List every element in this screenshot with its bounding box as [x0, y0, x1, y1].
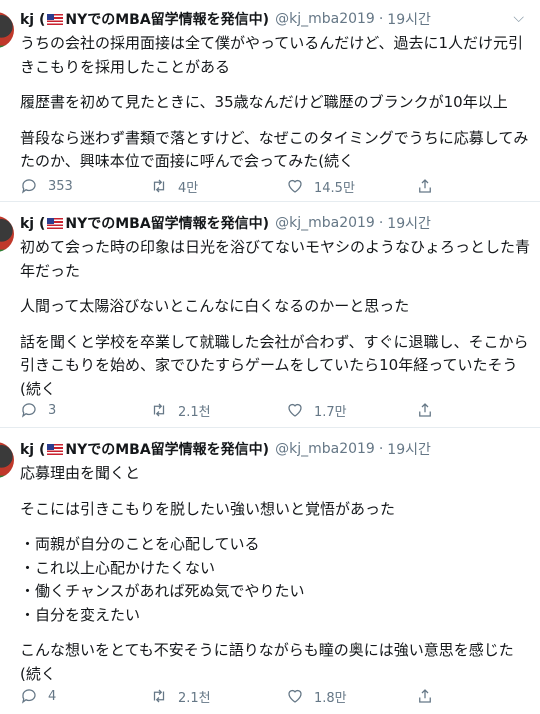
retweet-button[interactable]: 2.1천 [150, 686, 211, 706]
display-name[interactable]: kj (NYでのMBA留学情報を発信中) [20, 439, 269, 459]
tweet-text: 初めて会った時の印象は日光を浴びてないモヤシのようなひょろっとした青年だった 人… [20, 236, 530, 401]
tweet-paragraph: 履歴書を初めて見たときに、35歳なんだけど職歴のブランクが10年以上 [20, 93, 508, 111]
reply-icon [21, 403, 36, 418]
like-button[interactable]: 14.5만 [286, 176, 355, 196]
separator-dot: · [378, 11, 384, 27]
retweet-icon [153, 179, 165, 193]
reply-count: 3 [48, 402, 57, 418]
heart-icon [288, 403, 302, 417]
display-name[interactable]: kj (NYでのMBA留学情報を発信中) [20, 213, 269, 233]
retweet-button[interactable]: 2.1천 [150, 400, 211, 420]
reply-button[interactable]: 4 [20, 686, 56, 706]
reply-button[interactable]: 3 [20, 400, 56, 420]
reply-icon [21, 689, 36, 704]
like-button[interactable]: 1.8만 [286, 686, 347, 706]
retweet-count: 2.1천 [178, 690, 211, 706]
tweet-paragraph: 話を聞くと学校を卒業して就職した会社が合わず、すぐに退職し、そこから引きこもりを… [20, 332, 529, 398]
tweet-paragraph: こんな想いをとても不安そうに語りながらも瞳の奥には強い意思を感じた(続く [20, 641, 514, 683]
like-count: 1.7만 [314, 404, 347, 420]
user-handle[interactable]: @kj_mba2019 [275, 215, 375, 231]
tweet-2[interactable]: kj (NYでのMBA留学情報を発信中) @kj_mba2019 · 19시간 … [0, 212, 540, 428]
separator-dot: · [378, 215, 384, 231]
share-button[interactable] [416, 176, 444, 196]
like-count: 14.5만 [314, 180, 355, 196]
us-flag-icon [47, 444, 64, 455]
tweet-1[interactable]: kj (NYでのMBA留学情報を発信中) @kj_mba2019 · 19시간 … [0, 8, 540, 202]
retweet-icon [153, 403, 165, 417]
timestamp[interactable]: 19시간 [387, 9, 431, 29]
heart-icon [288, 689, 302, 703]
us-flag-icon [47, 14, 64, 25]
display-name[interactable]: kj (NYでのMBA留学情報を発信中) [20, 9, 269, 29]
like-count: 1.8만 [314, 690, 347, 706]
user-handle[interactable]: @kj_mba2019 [275, 11, 375, 27]
reply-count: 353 [48, 178, 73, 194]
share-button[interactable] [416, 686, 444, 706]
share-icon [419, 403, 431, 417]
reply-button[interactable]: 353 [20, 176, 73, 196]
like-button[interactable]: 1.7만 [286, 400, 347, 420]
tweet-paragraph: うちの会社の採用面接は全て僕がやっているんだけど、過去に1人だけ元引きこもりを採… [20, 34, 524, 76]
chevron-down-icon[interactable]: ⌵ [513, 10, 524, 26]
user-handle[interactable]: @kj_mba2019 [275, 441, 375, 457]
heart-icon [288, 179, 302, 193]
avatar[interactable] [0, 442, 14, 478]
tweet-header: kj (NYでのMBA留学情報を発信中) @kj_mba2019 · 19시간 [20, 438, 431, 460]
tweet-header: kj (NYでのMBA留学情報を発信中) @kj_mba2019 · 19시간 [20, 8, 431, 30]
retweet-count: 4만 [178, 180, 199, 196]
us-flag-icon [47, 218, 64, 229]
tweet-paragraph: 人間って太陽浴びないとこんなに白くなるのかーと思った [20, 297, 410, 315]
retweet-icon [153, 689, 165, 703]
tweet-text: うちの会社の採用面接は全て僕がやっているんだけど、過去に1人だけ元引きこもりを採… [20, 32, 530, 174]
tweet-3[interactable]: kj (NYでのMBA留学情報を発信中) @kj_mba2019 · 19시간 … [0, 438, 540, 714]
tweet-paragraph: 普段なら迷わず書類で落とすけど、なぜこのタイミングでうちに応募してみたのか、興味… [20, 128, 529, 171]
share-icon [419, 179, 431, 193]
avatar[interactable] [0, 12, 14, 48]
tweet-paragraph: そこには引きこもりを脱したい強い想いと覚悟があった [20, 499, 396, 518]
timestamp[interactable]: 19시간 [387, 439, 431, 459]
retweet-count: 2.1천 [178, 404, 211, 420]
tweet-paragraph: 初めて会った時の印象は日光を浴びてないモヤシのようなひょろっとした青年だった [20, 238, 531, 280]
tweet-paragraph: 応募理由を聞くと [20, 464, 141, 482]
avatar[interactable] [0, 216, 14, 252]
reply-icon [21, 179, 36, 194]
timestamp[interactable]: 19시간 [387, 213, 431, 233]
retweet-button[interactable]: 4만 [150, 176, 198, 196]
share-button[interactable] [416, 400, 444, 420]
reply-count: 4 [48, 688, 57, 704]
tweet-text: 応募理由を聞くと そこには引きこもりを脱したい強い想いと覚悟があった ・両親が自… [20, 462, 530, 686]
tweet-header: kj (NYでのMBA留学情報を発信中) @kj_mba2019 · 19시간 [20, 212, 431, 234]
tweet-bullet-list: ・両親が自分のことを心配している ・これ以上心配かけたくない ・働くチャンスがあ… [20, 535, 305, 624]
separator-dot: · [378, 441, 384, 457]
share-icon [419, 689, 431, 703]
